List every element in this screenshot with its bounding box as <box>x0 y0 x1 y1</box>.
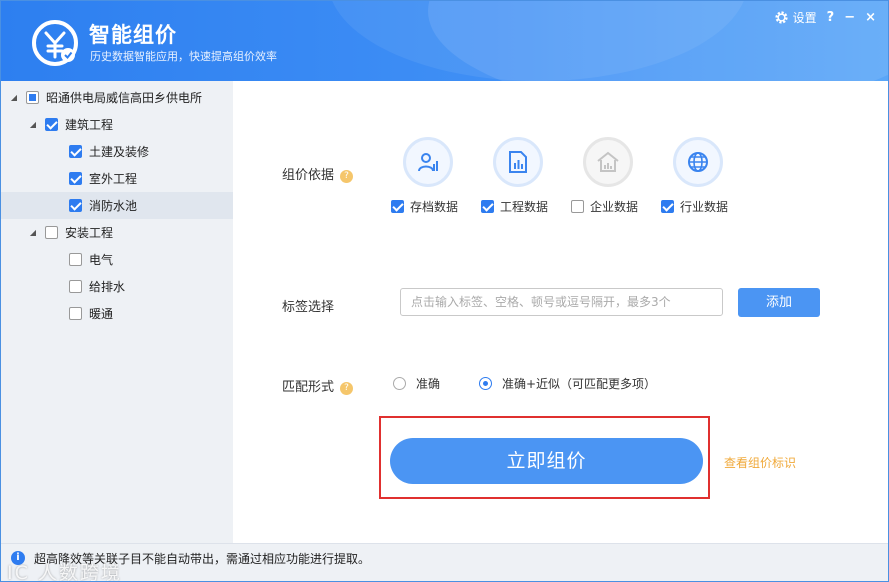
price-now-button[interactable]: 立即组价 <box>390 438 703 484</box>
source-checkbox-row[interactable]: 行业数据 <box>661 198 728 215</box>
tree-checkbox[interactable] <box>69 280 82 293</box>
source-label: 工程数据 <box>500 200 549 214</box>
add-tag-button[interactable]: 添加 <box>738 288 820 317</box>
source-label: 存档数据 <box>410 200 459 214</box>
source-checkbox-row[interactable]: 企业数据 <box>571 198 638 215</box>
tree-checkbox[interactable] <box>45 226 58 239</box>
settings-button[interactable]: 设置 <box>774 9 817 26</box>
source-checkbox[interactable] <box>571 200 584 213</box>
tree-checkbox[interactable] <box>69 253 82 266</box>
tree-item-selected[interactable]: 消防水池 <box>1 192 233 219</box>
tree-checkbox[interactable] <box>69 199 82 212</box>
expand-caret-icon[interactable]: ◢ <box>28 120 38 129</box>
smart-pricing-window: 智能组价 历史数据智能应用，快速提高组价效率 设置 ? − × ◢ 昭通供电局威… <box>0 0 889 582</box>
tree-root-checkbox[interactable] <box>26 91 39 104</box>
tree-label: 建筑工程 <box>65 118 114 132</box>
close-button[interactable]: × <box>865 10 876 25</box>
help-icon[interactable]: ? <box>340 382 354 395</box>
match-option-exact[interactable]: 准确 <box>393 375 440 392</box>
archive-user-icon[interactable] <box>403 137 453 187</box>
minimize-button[interactable]: − <box>844 10 855 25</box>
tree-group-install[interactable]: ◢ 安装工程 <box>1 219 233 246</box>
tree-label: 安装工程 <box>65 226 114 240</box>
main-panel: 组价依据? 存档数据 工程数据 企业数据 行业数据 标签选择 点击输入标签、空格… <box>233 81 888 543</box>
radio-label: 准确+近似（可匹配更多项） <box>502 377 657 391</box>
radio-label: 准确 <box>416 377 441 391</box>
tree-group-building[interactable]: ◢ 建筑工程 <box>1 111 233 138</box>
project-document-icon[interactable] <box>493 137 543 187</box>
source-industry[interactable]: 行业数据 <box>661 137 751 214</box>
app-title: 智能组价 <box>89 23 177 47</box>
tree-label: 暖通 <box>89 307 114 321</box>
source-checkbox[interactable] <box>661 200 674 213</box>
source-checkbox[interactable] <box>391 200 404 213</box>
expand-caret-icon[interactable]: ◢ <box>9 93 19 102</box>
tree-item[interactable]: 暖通 <box>1 300 233 327</box>
tree-label: 消防水池 <box>89 199 138 213</box>
gear-icon <box>775 11 788 24</box>
source-checkbox-row[interactable]: 存档数据 <box>391 198 458 215</box>
match-mode-label: 匹配形式 <box>282 380 335 395</box>
status-bar: i 超高降效等关联子目不能自动带出，需通过相应功能进行提取。 IC 人数跨境 <box>1 543 888 581</box>
project-tree: ◢ 昭通供电局威信高田乡供电所 ◢ 建筑工程 土建及装修 室外工程 消防水池 ◢… <box>1 81 233 543</box>
source-label: 行业数据 <box>680 200 729 214</box>
header-banner: 智能组价 历史数据智能应用，快速提高组价效率 设置 ? − × <box>1 1 888 81</box>
tree-item[interactable]: 给排水 <box>1 273 233 300</box>
expand-caret-icon[interactable]: ◢ <box>28 228 38 237</box>
tree-label: 电气 <box>89 253 114 267</box>
industry-globe-icon[interactable] <box>673 137 723 187</box>
window-controls: 设置 ? − × <box>774 9 876 26</box>
source-checkbox-row[interactable]: 工程数据 <box>481 198 548 215</box>
match-option-approx[interactable]: 准确+近似（可匹配更多项） <box>479 375 656 392</box>
tree-checkbox[interactable] <box>69 172 82 185</box>
help-button[interactable]: ? <box>827 10 835 25</box>
tree-checkbox[interactable] <box>69 307 82 320</box>
source-checkbox[interactable] <box>481 200 494 213</box>
enterprise-building-icon[interactable] <box>583 137 633 187</box>
match-mode-row-label: 匹配形式? <box>282 376 354 395</box>
pricing-basis-row-label: 组价依据? <box>282 164 354 183</box>
tree-item[interactable]: 土建及装修 <box>1 138 233 165</box>
view-marks-link[interactable]: 查看组价标识 <box>724 454 796 471</box>
tree-checkbox[interactable] <box>69 145 82 158</box>
source-enterprise[interactable]: 企业数据 <box>571 137 661 214</box>
app-subtitle: 历史数据智能应用，快速提高组价效率 <box>90 50 277 63</box>
app-logo-icon <box>32 20 78 66</box>
radio-button[interactable] <box>393 377 406 390</box>
tree-item[interactable]: 室外工程 <box>1 165 233 192</box>
radio-button[interactable] <box>479 377 492 390</box>
tree-label: 给排水 <box>89 280 126 294</box>
tag-input[interactable]: 点击输入标签、空格、顿号或逗号隔开，最多3个 <box>400 288 723 316</box>
help-icon[interactable]: ? <box>340 170 354 183</box>
tree-checkbox[interactable] <box>45 118 58 131</box>
source-project[interactable]: 工程数据 <box>481 137 571 214</box>
tag-select-label: 标签选择 <box>282 300 335 315</box>
tree-item[interactable]: 电气 <box>1 246 233 273</box>
source-label: 企业数据 <box>590 200 639 214</box>
tree-root[interactable]: ◢ 昭通供电局威信高田乡供电所 <box>1 84 233 111</box>
pricing-basis-label: 组价依据 <box>282 168 335 183</box>
source-archive[interactable]: 存档数据 <box>391 137 481 214</box>
watermark: IC 人数跨境 <box>7 562 122 582</box>
settings-label: 设置 <box>792 11 817 25</box>
tree-label: 室外工程 <box>89 172 138 186</box>
tree-label: 土建及装修 <box>89 145 150 159</box>
tree-label: 昭通供电局威信高田乡供电所 <box>46 91 203 105</box>
